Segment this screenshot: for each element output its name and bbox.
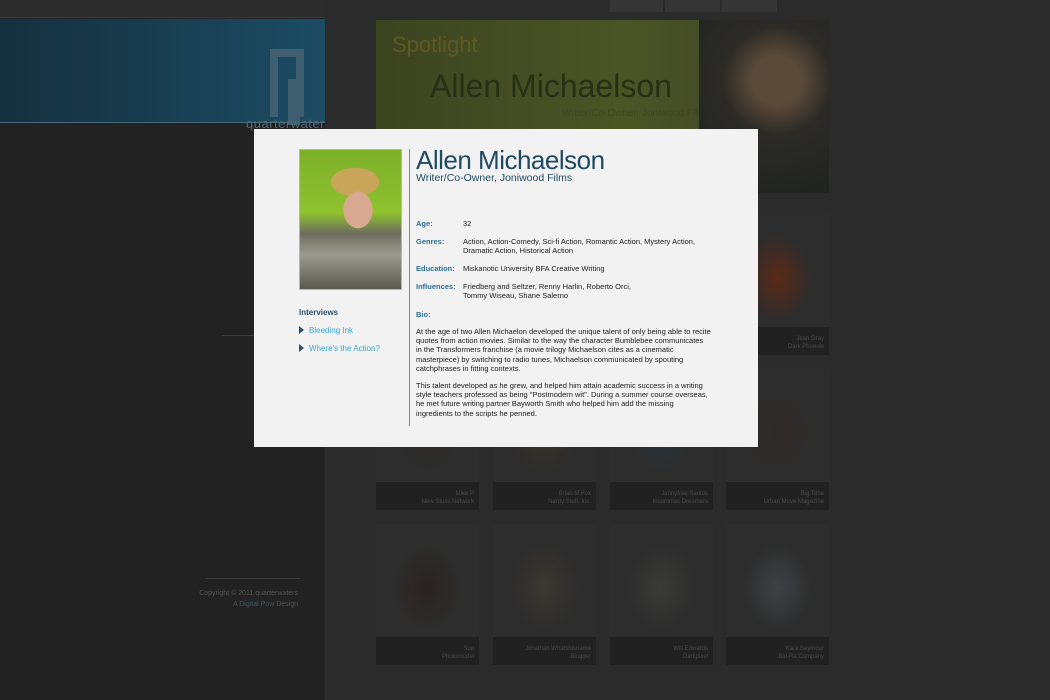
copyright-line: Copyright © 2011 quarterwaters [199, 590, 298, 597]
logo-icon [270, 49, 304, 125]
nav-item-2[interactable] [665, 0, 720, 12]
tile-caption: Big Time Urban Move Magazine [764, 490, 824, 506]
influences-label: Influences: [416, 282, 456, 291]
tile-name: Jean Gray [796, 336, 824, 342]
copyright: Copyright © 2011 quarterwaters A Digital… [199, 588, 298, 610]
nav-item-1[interactable] [610, 0, 663, 12]
tile-caption: Will Edwards Darkpixel [673, 645, 708, 661]
copyright-prefix: A [232, 601, 238, 608]
interview-link-wheres-the-action[interactable]: Where's the Action? [299, 344, 380, 353]
tile-name: Jonathan Whatshisname [524, 646, 591, 652]
brand-banner[interactable]: quarterwaters [0, 19, 364, 131]
tile-name: Will Edwards [673, 646, 708, 652]
tile-company: Urban Move Magazine [763, 499, 824, 505]
credit-link[interactable]: Digital Pow [239, 601, 274, 608]
genres-value: Action, Action-Comedy, Sci-fi Action, Ro… [463, 237, 696, 255]
tile-caption: Jennyfree Santos Insomniac Dreamers [653, 490, 708, 506]
spotlight-name: Allen Michaelson [430, 68, 672, 104]
tile-company: Blogger [570, 654, 591, 660]
arrow-right-icon [299, 326, 304, 334]
tile-company: Darkpixel [682, 654, 708, 660]
left-top-strip [0, 0, 325, 18]
bio-paragraph: This talent developed as he grew, and he… [416, 381, 708, 418]
influences-value: Friedberg and Seltzer, Renny Harlin, Rob… [463, 282, 631, 300]
profile-subtitle: Writer/Co-Owner, Joniwood Films [416, 172, 573, 184]
tile-company: Insomniac Dreamers [652, 499, 708, 505]
tile-caption: Kara Seymour Blu-Ra Company [778, 645, 824, 661]
top-nav [610, 0, 777, 12]
tile-caption: Soo Photomodel [442, 645, 474, 661]
tile-caption: Brian M Fox Nerdy Stuff, Inc. [548, 490, 591, 506]
age-value: 32 [463, 219, 472, 228]
bio-label: Bio: [416, 310, 431, 319]
tile-company: Photomodel [441, 654, 474, 660]
bio-paragraph: At the age of two Allen Michaelon develo… [416, 327, 711, 373]
profile-tile[interactable]: Jonathan Whatshisname Blogger [493, 524, 596, 665]
nav-item-3[interactable] [722, 0, 777, 12]
tile-company: Blu-Ra Company [778, 654, 824, 660]
tile-company: Dark Phoenix [787, 344, 824, 350]
copyright-suffix: Design [276, 601, 298, 608]
interviews-heading: Interviews [299, 308, 339, 317]
tile-company: Nerdy Stuff, Inc. [548, 499, 591, 505]
profile-modal: Interviews Bleeding Ink Where's the Acti… [254, 129, 758, 447]
tile-name: Big Time [800, 491, 824, 497]
interview-link-bleeding-ink[interactable]: Bleeding Ink [299, 326, 353, 335]
tile-name: Soo [463, 646, 474, 652]
tile-company: New Stuss Network [421, 499, 474, 505]
tile-caption: Jean Gray Dark Phoenix [788, 335, 824, 351]
interview-link-label: Where's the Action? [309, 344, 380, 353]
tile-name: Mike P [455, 491, 474, 497]
education-label: Education: [416, 264, 455, 273]
tile-caption: Mike P New Stuss Network [422, 490, 474, 506]
spotlight-label: Spotlight [392, 32, 478, 57]
tile-name: Kara Seymour [785, 646, 824, 652]
tile-name: Brian M Fox [558, 491, 591, 497]
vertical-divider [409, 149, 410, 426]
interview-link-label: Bleeding Ink [309, 326, 354, 335]
copyright-divider [205, 578, 300, 579]
tile-caption: Jonathan Whatshisname Blogger [525, 645, 591, 661]
profile-tile[interactable]: Kara Seymour Blu-Ra Company [726, 524, 829, 665]
profile-tile[interactable]: Soo Photomodel [376, 524, 479, 665]
spotlight-title: Writer/Co-Owner, Joniwood Films [562, 108, 711, 119]
arrow-right-icon [299, 344, 304, 352]
genres-label: Genres: [416, 237, 445, 246]
tile-name: Jennyfree Santos [661, 491, 708, 497]
profile-tile[interactable]: Will Edwards Darkpixel [610, 524, 713, 665]
education-value: Miskanotic University BFA Creative Writi… [463, 264, 605, 273]
profile-photo [299, 149, 402, 290]
age-label: Age: [416, 219, 433, 228]
